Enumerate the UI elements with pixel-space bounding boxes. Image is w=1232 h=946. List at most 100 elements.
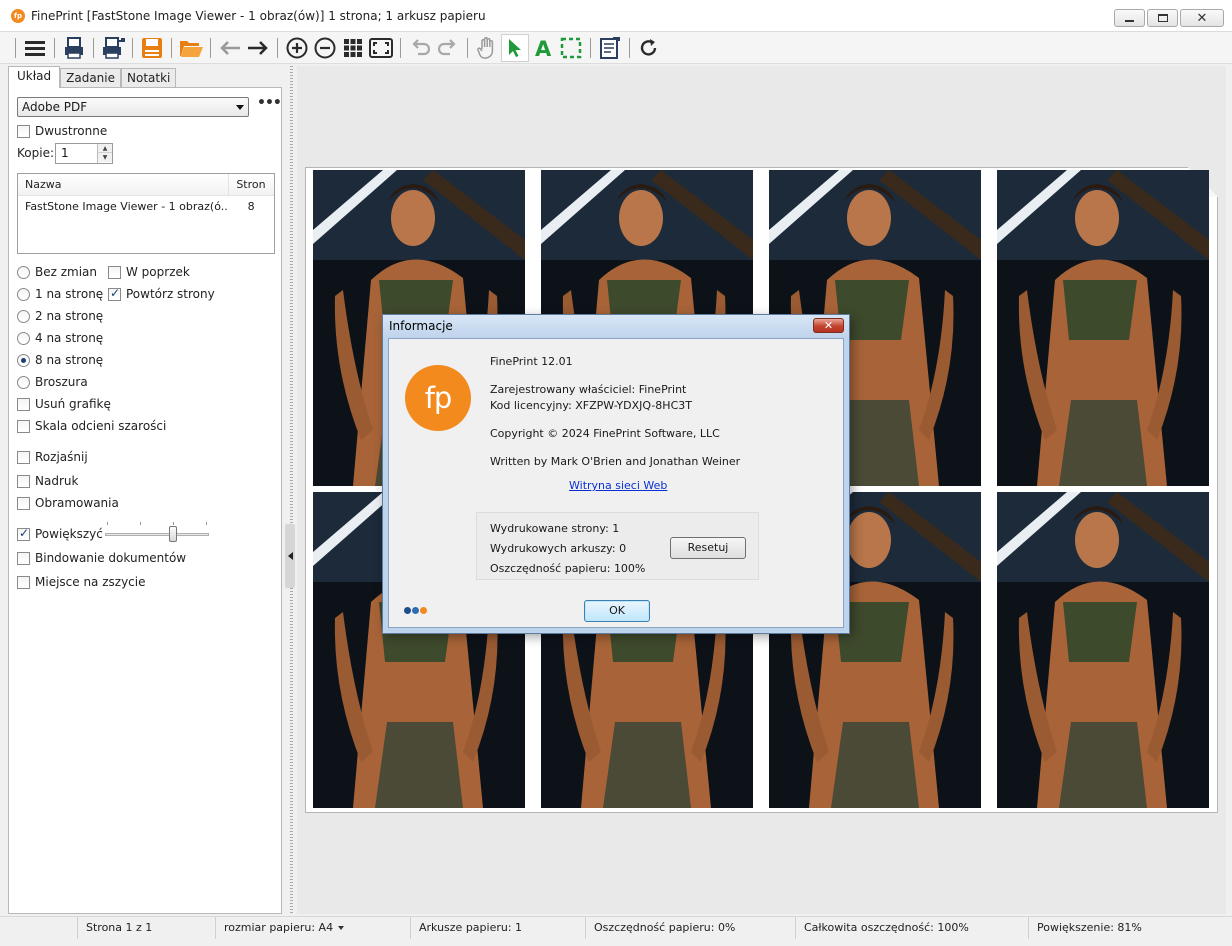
fit-page-button[interactable]	[367, 34, 395, 62]
about-dialog: Informacje ✕ fp FinePrint 12.01 Zarejest…	[382, 314, 850, 634]
lighten-option[interactable]: Rozjaśnij	[17, 450, 88, 464]
layout-option-2up[interactable]: 2 na stronę	[17, 309, 103, 323]
zoom-in-button[interactable]	[283, 34, 311, 62]
printer-select[interactable]: Adobe PDF	[17, 97, 249, 117]
brand-dot	[420, 607, 427, 614]
enlarge-slider[interactable]	[105, 522, 209, 545]
remove-graphics-checkbox[interactable]	[17, 397, 30, 411]
borders-label: Obramowania	[35, 496, 119, 510]
tab-layout[interactable]: Układ	[8, 66, 61, 88]
close-icon: ✕	[1196, 10, 1208, 26]
status-zoom: Powiększenie: 81%	[1028, 917, 1232, 939]
enlarge-option[interactable]: Powiększyć	[17, 526, 103, 541]
grid-view-button[interactable]	[339, 34, 367, 62]
text-tool-button[interactable]: A	[529, 34, 557, 62]
radio-button[interactable]	[17, 265, 30, 279]
brand-dot	[404, 607, 411, 614]
radio-button[interactable]	[17, 375, 30, 389]
collapse-panel-button[interactable]	[285, 524, 295, 588]
printer-options-button[interactable]: •••	[257, 96, 282, 116]
undo-button[interactable]	[406, 34, 434, 62]
remove-graphics-option[interactable]: Usuń grafikę	[17, 397, 111, 411]
menu-button[interactable]	[21, 34, 49, 62]
enlarge-checkbox[interactable]	[17, 526, 30, 541]
hand-tool-button[interactable]	[473, 34, 501, 62]
layout-option-no-change[interactable]: Bez zmian	[17, 265, 97, 279]
copies-stepper[interactable]: 1 ▲ ▼	[55, 143, 113, 164]
radio-button-selected[interactable]	[17, 353, 30, 367]
layout-option-4up[interactable]: 4 na stronę	[17, 331, 103, 345]
stamp-checkbox[interactable]	[17, 474, 30, 488]
repeat-pages-checkbox[interactable]	[108, 286, 121, 301]
tab-notes[interactable]: Notatki	[121, 68, 177, 88]
borders-option[interactable]: Obramowania	[17, 496, 119, 510]
layout-option-booklet[interactable]: Broszura	[17, 375, 88, 389]
gutter-option[interactable]: Miejsce na zszycie	[17, 575, 146, 589]
binding-checkbox[interactable]	[17, 551, 30, 565]
stamp-option[interactable]: Nadruk	[17, 474, 78, 488]
borders-checkbox[interactable]	[17, 496, 30, 510]
across-checkbox[interactable]	[108, 265, 121, 279]
job-list: Nazwa Stron FastStone Image Viewer - 1 o…	[17, 173, 275, 254]
layout-option-label: 2 na stronę	[35, 309, 104, 323]
reset-button[interactable]: Resetuj	[670, 537, 746, 559]
forward-button[interactable]	[244, 34, 272, 62]
grayscale-option[interactable]: Skala odcieni szarości	[17, 419, 166, 433]
toolbar-separator	[629, 37, 630, 58]
back-icon	[220, 40, 240, 55]
select-tool-button[interactable]	[501, 33, 529, 62]
usage-stats-box: Wydrukowane strony: 1 Wydrukowych arkusz…	[476, 512, 759, 580]
print-settings-button[interactable]	[99, 34, 127, 62]
radio-button[interactable]	[17, 331, 30, 345]
printed-sheets-stat: Wydrukowych arkuszy: 0	[490, 542, 627, 555]
back-button[interactable]	[216, 34, 244, 62]
list-item[interactable]: FastStone Image Viewer - 1 obraz(ó... 8	[18, 196, 274, 218]
remove-graphics-label: Usuń grafikę	[35, 397, 111, 411]
close-button[interactable]: ✕	[1180, 9, 1224, 27]
panel-splitter[interactable]	[283, 66, 297, 914]
job-list-header-pages[interactable]: Stron	[228, 174, 274, 195]
website-link[interactable]: Witryna sieci Web	[569, 479, 667, 492]
refresh-button[interactable]	[635, 34, 663, 62]
slider-thumb[interactable]	[169, 526, 177, 542]
copies-row: Kopie:	[17, 146, 54, 160]
across-option[interactable]: W poprzek	[108, 265, 190, 279]
save-button[interactable]	[138, 34, 166, 62]
radio-button[interactable]	[17, 309, 30, 323]
copies-stepper-arrows: ▲ ▼	[97, 144, 112, 163]
notes-button[interactable]	[596, 34, 624, 62]
chevron-down-icon	[236, 105, 244, 110]
status-paper-size[interactable]: rozmiar papieru: A4	[215, 917, 410, 939]
stepper-up-icon[interactable]: ▲	[98, 144, 112, 153]
lighten-checkbox[interactable]	[17, 450, 30, 464]
toolbar-separator	[590, 37, 591, 58]
settings-tabs: Układ Zadanie Notatki	[8, 66, 177, 88]
ok-button[interactable]: OK	[584, 600, 650, 622]
printer-select-value: Adobe PDF	[22, 100, 88, 114]
tab-job[interactable]: Zadanie	[60, 68, 121, 88]
layout-option-1up[interactable]: 1 na stronę	[17, 287, 103, 301]
dialog-close-button[interactable]: ✕	[813, 318, 844, 333]
repeat-pages-option[interactable]: Powtórz strony	[108, 286, 215, 301]
toolbar: A	[0, 32, 1232, 64]
duplex-checkbox[interactable]	[17, 124, 30, 138]
radio-button[interactable]	[17, 287, 30, 301]
gutter-checkbox[interactable]	[17, 575, 30, 589]
zoom-out-button[interactable]	[311, 34, 339, 62]
duplex-option[interactable]: Dwustronne	[17, 124, 107, 138]
layout-option-label: Bez zmian	[35, 265, 98, 279]
maximize-button[interactable]	[1147, 9, 1178, 27]
crop-tool-button[interactable]	[557, 34, 585, 62]
stepper-down-icon[interactable]: ▼	[98, 153, 112, 162]
open-button[interactable]	[177, 34, 205, 62]
page-thumbnail	[997, 492, 1209, 808]
layout-option-8up[interactable]: 8 na stronę	[17, 353, 103, 367]
binding-option[interactable]: Bindowanie dokumentów	[17, 551, 186, 565]
redo-button[interactable]	[434, 34, 462, 62]
job-pages: 8	[247, 200, 255, 213]
print-button[interactable]	[60, 34, 88, 62]
minimize-button[interactable]	[1114, 9, 1145, 27]
brand-dot	[412, 607, 419, 614]
job-list-header-name[interactable]: Nazwa	[18, 174, 228, 195]
grayscale-checkbox[interactable]	[17, 419, 30, 433]
